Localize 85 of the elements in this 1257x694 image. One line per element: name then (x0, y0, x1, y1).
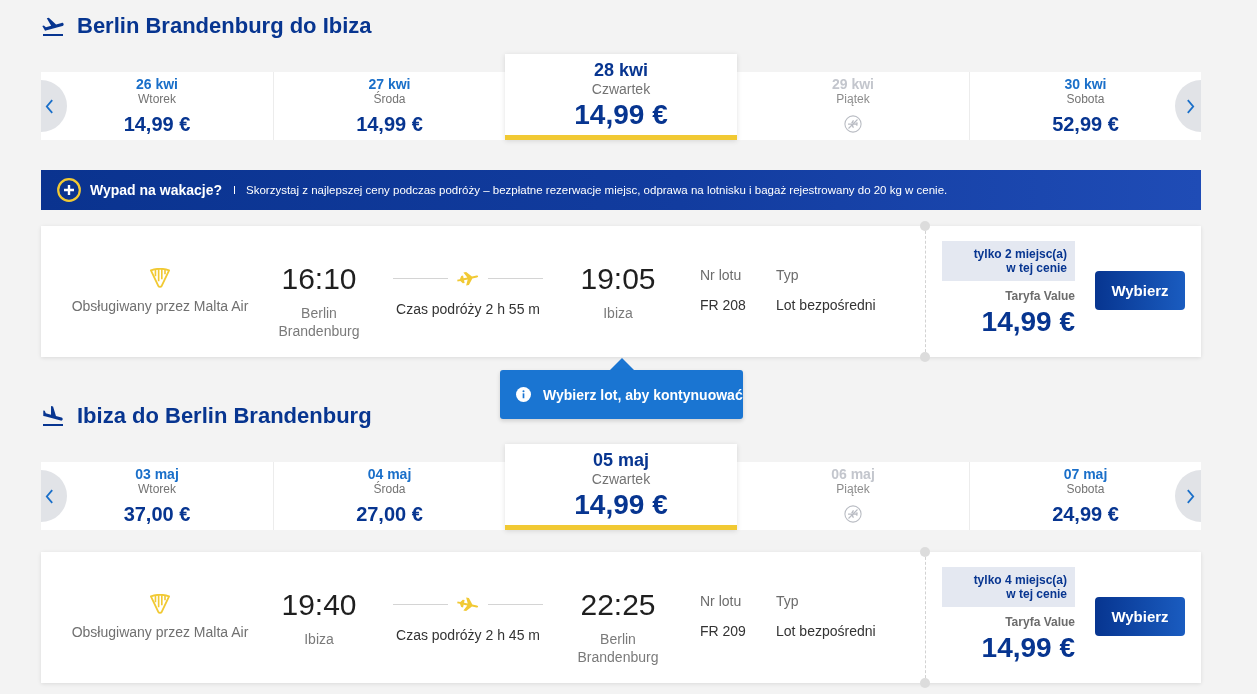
weekday-label: Wtorek (138, 482, 176, 496)
seats-left-badge: tylko 2 miejsc(a) w tej cenie (942, 241, 1075, 281)
weekday-label: Sobota (1066, 92, 1105, 106)
harp-icon (149, 594, 171, 614)
flight-type-label: Typ (776, 592, 800, 610)
harp-icon (149, 268, 171, 288)
operator-label: Obsługiwany przez Malta Air (71, 297, 249, 315)
flight-number: FR 209 (700, 622, 747, 640)
duration-label: Czas podróży 2 h 45 m (396, 626, 540, 644)
date-tab[interactable]: 30 kwi Sobota 52,99 € (969, 72, 1201, 140)
arrival-time: 19:05 (580, 262, 656, 296)
date-label: 04 maj (367, 466, 412, 482)
date-tab[interactable]: 29 kwi Piątek (737, 72, 969, 140)
select-button[interactable]: Wybierz (1095, 271, 1185, 310)
route-title: Berlin Brandenburg do Ibiza (77, 12, 372, 40)
select-button[interactable]: Wybierz (1095, 597, 1185, 636)
weekday-label: Czwartek (591, 470, 651, 488)
seats-left-badge: tylko 4 miejsc(a) w tej cenie (942, 567, 1075, 607)
flight-type: Lot bezpośredni (776, 296, 877, 314)
landing-icon (42, 406, 64, 426)
price-label: 27,00 € (356, 502, 423, 526)
arrival-city: Ibiza (603, 304, 633, 322)
date-label: 27 kwi (368, 76, 411, 92)
date-tab[interactable]: 28 kwi Czwartek 14,99 € (505, 54, 737, 140)
weekday-label: Piątek (836, 92, 870, 106)
price-label: 37,00 € (123, 502, 191, 526)
fare-name: Taryfa Value (1005, 289, 1075, 303)
date-tab[interactable]: 27 kwi Środa 14,99 € (273, 72, 505, 140)
chevron-right-icon (1186, 98, 1195, 114)
date-tab[interactable]: 26 kwi Wtorek 14,99 € (41, 72, 273, 140)
departure-city: Ibiza (304, 630, 334, 648)
banner-title: Wypad na wakacje? (90, 182, 222, 198)
price-label: 14,99 € (574, 98, 668, 132)
operator-label: Obsługiwany przez Malta Air (71, 623, 249, 641)
departure-time: 19:40 (281, 588, 357, 622)
flight-number-label: Nr lotu (700, 266, 743, 284)
tooltip-text: Wybierz lot, aby kontynuować (543, 386, 743, 403)
airplane-icon (456, 269, 480, 287)
date-tab[interactable]: 06 maj Piątek (737, 462, 969, 530)
date-tab[interactable]: 03 maj Wtorek 37,00 € (41, 462, 273, 530)
takeoff-icon (42, 16, 64, 36)
weekday-label: Wtorek (138, 92, 176, 106)
info-icon (516, 387, 531, 402)
duration-label: Czas podróży 2 h 55 m (396, 300, 540, 318)
chevron-left-icon (45, 488, 54, 504)
weekday-label: Piątek (836, 482, 870, 496)
arrival-time: 22:25 (580, 588, 656, 622)
date-label: 03 maj (135, 466, 179, 482)
date-label: 28 kwi (593, 60, 648, 80)
date-label: 06 maj (831, 466, 875, 482)
weekday-label: Czwartek (591, 80, 651, 98)
flight-number-label: Nr lotu (700, 592, 743, 610)
date-label: 07 maj (1063, 466, 1108, 482)
weekday-label: Środa (373, 92, 406, 106)
weekday-label: Środa (373, 482, 406, 496)
no-flight-icon (844, 505, 862, 523)
date-tab[interactable]: 05 maj Czwartek 14,99 € (505, 444, 737, 530)
price-label: 14,99 € (123, 112, 191, 136)
route-title: Ibiza do Berlin Brandenburg (77, 402, 372, 430)
departure-time: 16:10 (281, 262, 357, 296)
price-label: 24,99 € (1052, 502, 1119, 526)
plus-circle-icon (57, 178, 81, 202)
departure-city: Berlin Brandenburg (277, 304, 361, 340)
fare-price: 14,99 € (981, 305, 1075, 339)
date-label: 30 kwi (1064, 76, 1107, 92)
price-label: 14,99 € (574, 488, 668, 522)
chevron-left-icon (45, 98, 54, 114)
flight-type-label: Typ (776, 266, 800, 284)
airplane-icon (456, 595, 480, 613)
price-label: 52,99 € (1052, 112, 1119, 136)
date-label: 26 kwi (136, 76, 178, 92)
date-tab[interactable]: 04 maj Środa 27,00 € (273, 462, 505, 530)
flight-type: Lot bezpośredni (776, 622, 877, 640)
no-flight-icon (844, 115, 862, 133)
banner-text: Skorzystaj z najlepszej ceny podczas podróży – bezpłatne rezerwacje miejsc, odprawa na lotnisku i bagaż rejestrowany do 20 kg w cenie. (246, 184, 948, 196)
weekday-label: Sobota (1066, 482, 1105, 496)
arrival-city: Berlin Brandenburg (576, 630, 660, 666)
fare-price: 14,99 € (981, 631, 1075, 665)
flight-number: FR 208 (700, 296, 747, 314)
date-label: 05 maj (592, 450, 649, 470)
date-tab[interactable]: 07 maj Sobota 24,99 € (969, 462, 1201, 530)
chevron-right-icon (1186, 488, 1195, 504)
price-label: 14,99 € (356, 112, 423, 136)
fare-name: Taryfa Value (1005, 615, 1075, 629)
date-label: 29 kwi (832, 76, 874, 92)
